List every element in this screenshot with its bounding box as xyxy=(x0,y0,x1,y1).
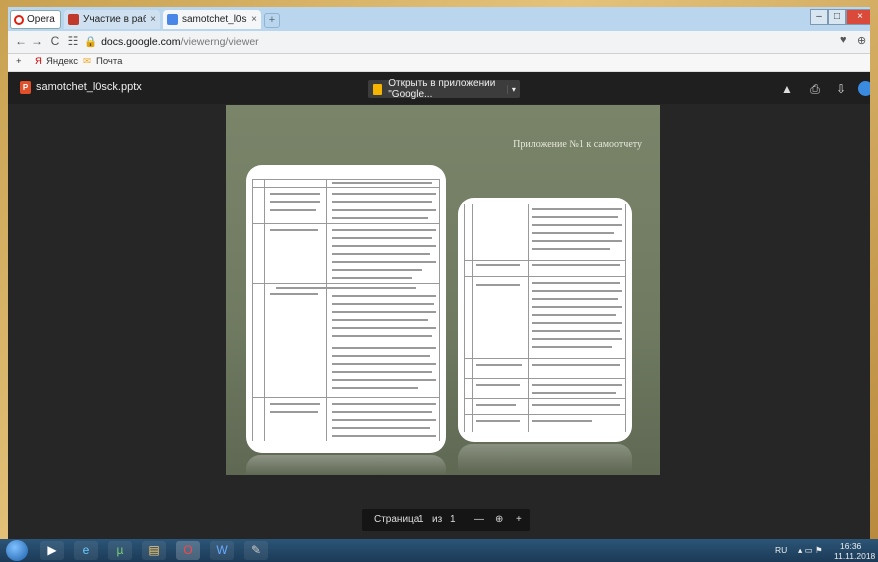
url-field[interactable]: 🔒 docs.google.com/viewerng/viewer xyxy=(84,34,784,50)
menu-icon[interactable]: ⊕ xyxy=(857,34,866,47)
pptx-file-icon: P xyxy=(20,81,31,94)
window-controls: – □ × xyxy=(810,9,870,25)
favicon-icon xyxy=(167,14,178,25)
media-player-icon[interactable]: ▶ xyxy=(40,541,64,560)
forward-icon[interactable]: → xyxy=(30,34,44,48)
tray-icons[interactable]: ▴ ▭ ⚑ xyxy=(798,545,823,556)
document-image-left xyxy=(246,165,446,453)
tab-social-work[interactable]: Участие в работе с соци × xyxy=(64,10,160,29)
speed-dial-icon[interactable]: ☷ xyxy=(66,34,80,48)
zoom-out-button[interactable]: — xyxy=(474,514,484,525)
taskbar: ▶ e µ ▤ O W ✎ RU ▴ ▭ ⚑ 16:36 11.11.2018 xyxy=(0,539,878,562)
page-label: Страница xyxy=(374,514,420,525)
tab-close-icon[interactable]: × xyxy=(150,14,156,25)
utorrent-icon[interactable]: µ xyxy=(108,541,132,560)
slide-title: Приложение №1 к самоотчету xyxy=(513,139,642,150)
print-icon[interactable]: ⎙ xyxy=(808,82,822,96)
viewer-toolbar: P samotchet_l0sck.pptx Открыть в приложе… xyxy=(8,72,870,104)
zoom-icon[interactable]: ⊕ xyxy=(495,514,503,525)
maximize-button[interactable]: □ xyxy=(828,9,846,25)
tab-samotchet[interactable]: samotchet_l0sck.pptx × xyxy=(163,10,261,29)
paint-icon[interactable]: ✎ xyxy=(244,541,268,560)
page-controls: Страница 1 из 1 — ⊕ + xyxy=(362,509,530,531)
reload-icon[interactable]: C xyxy=(48,34,62,48)
open-in-app-button[interactable]: Открыть в приложении "Google... ▾ xyxy=(368,78,520,100)
url-path: /viewerng/viewer xyxy=(180,36,259,48)
avatar[interactable] xyxy=(858,81,870,96)
opera-taskbar-icon[interactable]: O xyxy=(176,541,200,560)
language-indicator[interactable]: RU xyxy=(775,545,787,555)
explorer-icon[interactable]: ▤ xyxy=(142,541,166,560)
ie-icon[interactable]: e xyxy=(74,541,98,560)
drive-icon[interactable]: ▲ xyxy=(780,82,794,96)
slide-preview: Приложение №1 к самоотчету xyxy=(226,105,660,475)
word-icon[interactable]: W xyxy=(210,541,234,560)
download-icon[interactable]: ⇩ xyxy=(834,82,848,96)
chevron-down-icon[interactable]: ▾ xyxy=(506,84,520,94)
tab-close-icon[interactable]: × xyxy=(251,14,257,25)
document-reflection xyxy=(458,444,632,472)
yandex-icon: Я xyxy=(35,56,42,67)
clock-time: 16:36 xyxy=(840,541,862,551)
bookmarks-bar: + Я Яндекс ✉ Почта xyxy=(8,54,870,72)
browser-window: Opera Участие в работе с соци × samotche… xyxy=(8,7,870,539)
current-page-input[interactable]: 1 xyxy=(418,514,424,525)
opera-menu-label: Opera xyxy=(27,14,55,25)
minimize-button[interactable]: – xyxy=(810,9,828,25)
heart-icon[interactable]: ♥ xyxy=(840,34,847,46)
bookmark-yandex[interactable]: Яндекс xyxy=(46,56,78,67)
file-name: samotchet_l0sck.pptx xyxy=(36,81,142,93)
new-tab-button[interactable]: + xyxy=(264,13,280,28)
tab-bar: Opera Участие в работе с соци × samotche… xyxy=(8,7,870,31)
add-bookmark-icon[interactable]: + xyxy=(16,56,22,67)
mail-icon: ✉ xyxy=(83,56,91,67)
back-icon[interactable]: ← xyxy=(14,34,28,48)
clock-date: 11.11.2018 xyxy=(834,551,876,561)
tab-title: Участие в работе с соци xyxy=(83,14,147,25)
url-host: docs.google.com xyxy=(101,36,181,48)
lock-icon: 🔒 xyxy=(84,36,98,48)
open-in-app-label: Открыть в приложении "Google... xyxy=(388,78,496,100)
google-slides-icon xyxy=(373,83,383,95)
bookmark-mail[interactable]: Почта xyxy=(96,56,122,67)
favicon-icon xyxy=(68,14,79,25)
total-pages: 1 xyxy=(450,514,456,525)
of-label: из xyxy=(432,514,443,525)
start-button[interactable] xyxy=(6,540,28,561)
document-reflection xyxy=(246,455,446,475)
zoom-in-button[interactable]: + xyxy=(516,514,522,525)
address-bar: ← → C ☷ 🔒 docs.google.com/viewerng/viewer… xyxy=(8,31,870,54)
close-window-button[interactable]: × xyxy=(846,9,870,25)
tab-title: samotchet_l0sck.pptx xyxy=(182,14,247,25)
opera-logo-icon xyxy=(14,14,24,25)
opera-menu-button[interactable]: Opera xyxy=(10,10,61,29)
document-image-right xyxy=(458,198,632,442)
